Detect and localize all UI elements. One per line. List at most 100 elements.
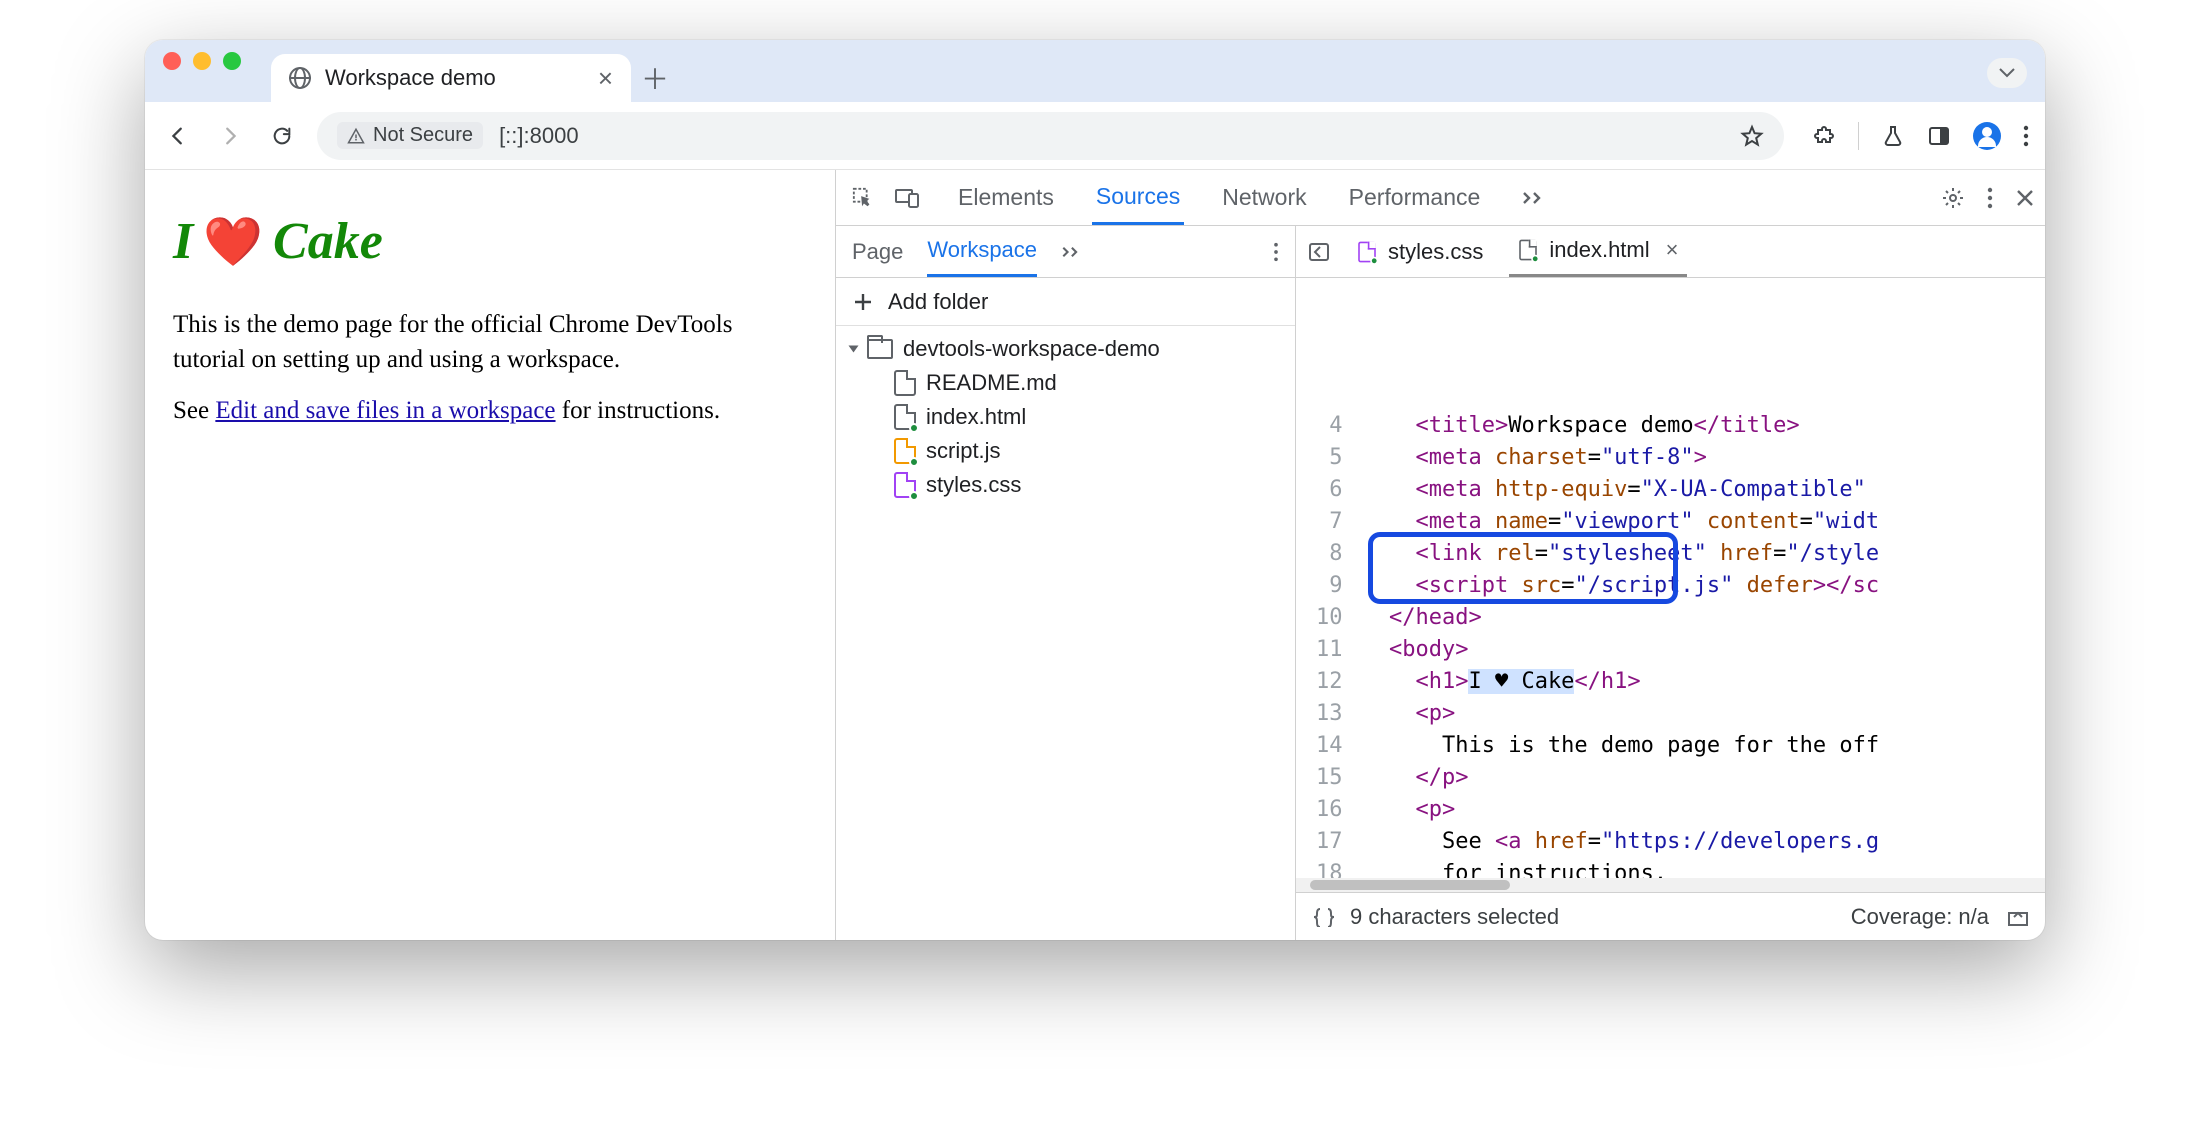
globe-icon [289, 67, 311, 89]
inspect-icon [852, 187, 874, 209]
kebab-icon [1273, 242, 1279, 262]
file-icon [1520, 240, 1538, 261]
inspect-button[interactable] [846, 187, 880, 209]
page-paragraph-1: This is the demo page for the official C… [173, 307, 807, 377]
editor-pane: styles.css index.html × 4 5 6 7 8 9 10 1… [1296, 226, 2045, 940]
add-folder-button[interactable]: Add folder [836, 278, 1295, 326]
editor-tab-label: index.html [1549, 237, 1649, 263]
editor-tab-index[interactable]: index.html × [1509, 226, 1686, 277]
browser-tab[interactable]: Workspace demo × [271, 54, 631, 102]
file-row-index[interactable]: index.html [836, 400, 1295, 434]
browser-toolbar: Not Secure [::]:8000 [145, 102, 2045, 170]
heart-icon: ❤️ [203, 209, 263, 276]
devtools-main-tabs: Elements Sources Network Performance [934, 170, 1548, 225]
tab-network[interactable]: Network [1218, 170, 1310, 225]
file-label: script.js [926, 438, 1001, 464]
forward-button[interactable] [213, 119, 247, 153]
toggle-drawer-button[interactable] [2007, 907, 2029, 927]
h1-text-cake: Cake [273, 206, 383, 279]
coverage-status: Coverage: n/a [1851, 904, 1989, 930]
security-label: Not Secure [373, 124, 473, 147]
selection-status: 9 characters selected [1350, 904, 1559, 930]
chevrons-right-icon [1061, 246, 1081, 258]
devices-icon [895, 188, 919, 208]
back-button[interactable] [161, 119, 195, 153]
close-devtools-button[interactable] [2015, 188, 2035, 208]
devtools-body: Page Workspace Add folder devtools-w [836, 226, 2045, 940]
file-label: styles.css [926, 472, 1021, 498]
file-icon [894, 438, 916, 464]
extensions-button[interactable] [1812, 124, 1836, 148]
url-text: [::]:8000 [499, 123, 579, 149]
drawer-icon [2007, 907, 2029, 927]
chevron-down-icon [1999, 68, 2015, 78]
security-badge[interactable]: Not Secure [337, 122, 483, 149]
toolbar-actions [1802, 122, 2029, 150]
tab-elements[interactable]: Elements [954, 170, 1058, 225]
folder-row[interactable]: devtools-workspace-demo [836, 332, 1295, 366]
close-tab-icon[interactable]: × [598, 63, 613, 94]
navigator-tab-workspace[interactable]: Workspace [927, 226, 1037, 277]
tabs-overflow-button[interactable] [1518, 170, 1548, 225]
file-label: README.md [926, 370, 1057, 396]
devtools-tabbar: Elements Sources Network Performance [836, 170, 2045, 226]
devtools-menu-button[interactable] [1987, 187, 1993, 209]
pretty-print-button[interactable] [1312, 907, 1336, 927]
editor-tab-styles[interactable]: styles.css [1348, 226, 1491, 277]
horizontal-scrollbar[interactable] [1296, 878, 2045, 892]
code-editor[interactable]: 4 5 6 7 8 9 10 11 12 13 14 15 16 17 18 1… [1296, 278, 2045, 878]
navigator-tabs-overflow[interactable] [1061, 226, 1081, 277]
chevrons-right-icon [1522, 191, 1544, 205]
window-controls [163, 40, 271, 102]
workspace-tutorial-link[interactable]: Edit and save files in a workspace [215, 397, 555, 424]
file-icon [894, 370, 916, 396]
navigator-tab-page[interactable]: Page [852, 226, 903, 277]
editor-status-bar: 9 characters selected Coverage: n/a [1296, 892, 2045, 940]
braces-icon [1312, 907, 1336, 927]
browser-window: Workspace demo × ＋ Not Secure [::]:8000 [145, 40, 2045, 940]
navigator-tabs: Page Workspace [836, 226, 1295, 278]
file-row-script[interactable]: script.js [836, 434, 1295, 468]
gear-icon [1941, 186, 1965, 210]
settings-button[interactable] [1941, 186, 1965, 210]
close-icon [2015, 188, 2035, 208]
file-icon [894, 404, 916, 430]
file-tree: devtools-workspace-demo README.md index.… [836, 326, 1295, 508]
close-editor-tab-icon[interactable]: × [1666, 237, 1679, 263]
page-paragraph-2: See Edit and save files in a workspace f… [173, 393, 807, 428]
labs-button[interactable] [1881, 124, 1905, 148]
rendered-page: I ❤️ Cake This is the demo page for the … [145, 170, 835, 940]
p2-before: See [173, 397, 215, 424]
tab-sources[interactable]: Sources [1092, 170, 1184, 225]
tab-title: Workspace demo [325, 65, 496, 91]
side-panel-button[interactable] [1927, 124, 1951, 148]
toggle-navigator-button[interactable] [1308, 241, 1330, 263]
file-row-readme[interactable]: README.md [836, 366, 1295, 400]
folder-label: devtools-workspace-demo [903, 336, 1160, 362]
page-heading: I ❤️ Cake [173, 206, 807, 279]
puzzle-icon [1812, 124, 1836, 148]
annotation-highlight [1368, 532, 1678, 604]
close-window-icon[interactable] [163, 52, 181, 70]
device-mode-button[interactable] [890, 188, 924, 208]
kebab-icon [1987, 187, 1993, 209]
file-row-styles[interactable]: styles.css [836, 468, 1295, 502]
separator [1858, 122, 1859, 150]
tab-performance[interactable]: Performance [1345, 170, 1485, 225]
plus-icon [852, 291, 874, 313]
tab-list-button[interactable] [1987, 58, 2027, 88]
address-bar[interactable]: Not Secure [::]:8000 [317, 112, 1784, 160]
new-tab-button[interactable]: ＋ [631, 54, 679, 102]
panel-left-icon [1308, 241, 1330, 263]
folder-icon [867, 339, 893, 359]
reload-button[interactable] [265, 119, 299, 153]
maximize-window-icon[interactable] [223, 52, 241, 70]
h1-text-i: I [173, 206, 193, 279]
bookmark-button[interactable] [1740, 124, 1764, 148]
file-icon [894, 472, 916, 498]
chrome-menu-button[interactable] [2023, 125, 2029, 147]
navigator-menu-button[interactable] [1273, 242, 1279, 262]
content-area: I ❤️ Cake This is the demo page for the … [145, 170, 2045, 940]
profile-button[interactable] [1973, 122, 2001, 150]
minimize-window-icon[interactable] [193, 52, 211, 70]
